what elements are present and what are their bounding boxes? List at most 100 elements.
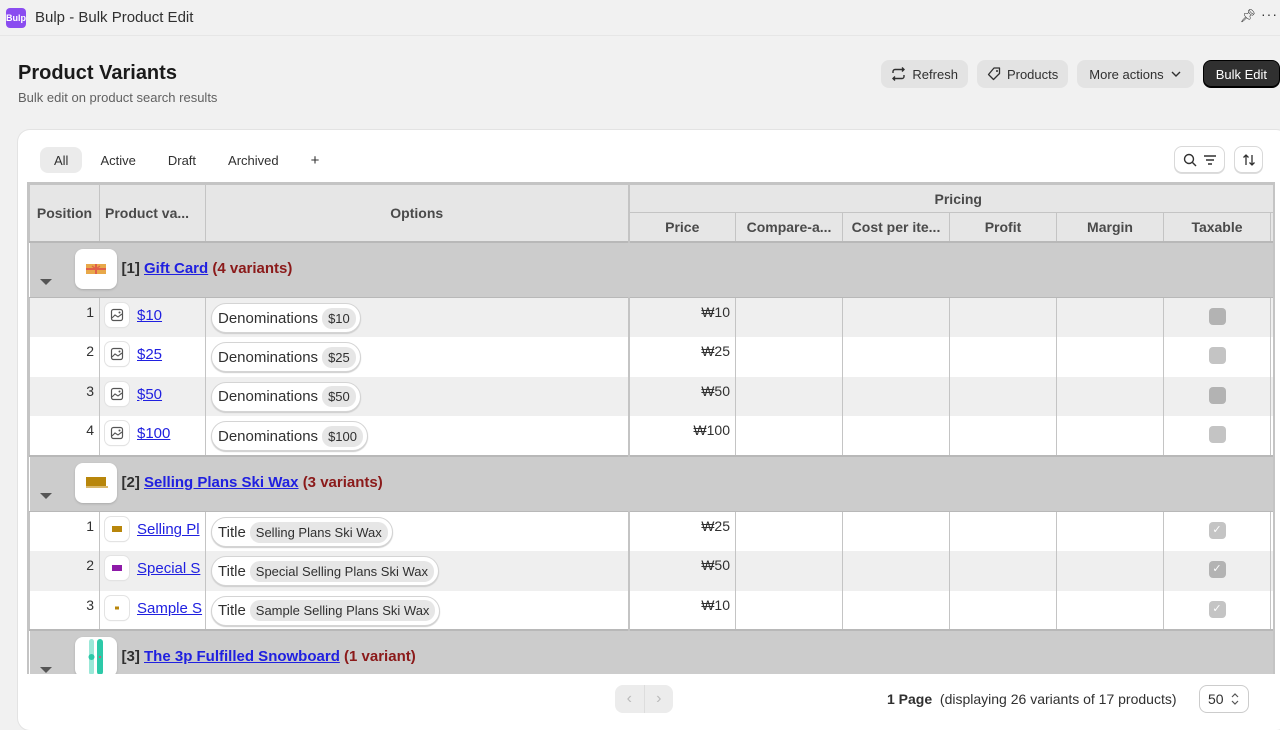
column-header-taxable[interactable]: Taxable (1163, 212, 1271, 242)
image-placeholder-icon[interactable] (105, 381, 129, 406)
variant-link[interactable]: Selling Pl (137, 521, 200, 538)
position-cell[interactable]: 4 (29, 416, 100, 456)
search-filter-button[interactable] (1174, 146, 1225, 173)
image-placeholder-icon[interactable] (105, 421, 129, 445)
column-header-product-variant[interactable]: Product va... (99, 184, 206, 242)
product-thumbnail (74, 462, 117, 503)
next-page-icon[interactable]: › (645, 685, 674, 713)
taxable-checkbox[interactable] (1208, 308, 1226, 325)
taxable-checkbox[interactable] (1208, 347, 1226, 364)
position-cell[interactable]: 1 (29, 511, 100, 551)
options-cell[interactable]: Denominations $100 (205, 416, 630, 456)
option-chip[interactable]: Denominations $100 (211, 421, 368, 451)
taxable-checkbox-checked[interactable]: ✓ (1208, 522, 1226, 539)
taxable-checkbox-checked[interactable]: ✓ (1208, 561, 1226, 578)
pin-icon[interactable]: 📌︎ (1239, 8, 1256, 24)
position-cell[interactable]: 2 (29, 337, 100, 377)
refresh-button[interactable]: Refresh (881, 60, 968, 88)
margin-cell (1056, 551, 1164, 591)
position-cell[interactable]: 1 (29, 297, 100, 337)
options-cell[interactable]: Denominations $10 (205, 297, 630, 337)
image-placeholder-icon[interactable] (105, 303, 129, 327)
option-chip[interactable]: Denominations $10 (211, 303, 361, 333)
image-placeholder-icon[interactable] (105, 342, 129, 366)
variant-thumbnail[interactable] (105, 595, 129, 620)
column-header-options[interactable]: Options (205, 184, 630, 242)
compare-at-cell[interactable] (735, 297, 843, 337)
compare-at-cell[interactable] (735, 376, 843, 416)
products-button[interactable]: Products (976, 60, 1069, 88)
column-header-cost-per-item[interactable]: Cost per ite... (842, 212, 950, 242)
tab-archived[interactable]: Archived (214, 147, 293, 173)
sort-button[interactable] (1234, 146, 1263, 173)
variant-link[interactable]: $100 (137, 425, 170, 442)
option-name: Title (218, 602, 246, 619)
price-cell[interactable]: ₩25 (628, 511, 736, 551)
column-header-profit[interactable]: Profit (949, 212, 1057, 242)
taxable-checkbox[interactable] (1208, 386, 1226, 404)
ellipsis-icon[interactable]: ··· (1261, 6, 1278, 22)
cost-cell[interactable] (842, 416, 950, 456)
compare-at-cell[interactable] (735, 416, 843, 456)
cost-cell[interactable] (842, 376, 950, 416)
price-cell[interactable]: ₩25 (628, 337, 736, 377)
more-actions-button[interactable]: More actions (1077, 60, 1194, 88)
options-cell[interactable]: Title Selling Plans Ski Wax (205, 511, 630, 551)
option-chip[interactable]: Denominations $25 (211, 342, 361, 372)
tab-active[interactable]: Active (86, 147, 149, 173)
options-cell[interactable]: Denominations $25 (205, 337, 630, 377)
cost-cell[interactable] (842, 297, 950, 337)
column-header-price[interactable]: Price (628, 212, 736, 242)
bulk-edit-button[interactable]: Bulk Edit (1202, 60, 1280, 88)
previous-page-icon[interactable]: ‹ (615, 685, 645, 713)
price-cell[interactable]: ₩50 (628, 376, 736, 416)
product-link[interactable]: Gift Card (144, 260, 208, 277)
compare-at-cell[interactable] (735, 511, 843, 551)
position-cell[interactable]: 3 (29, 590, 100, 630)
variant-link[interactable]: $50 (137, 386, 162, 403)
tab-all[interactable]: All (40, 147, 83, 173)
options-cell[interactable]: Title Special Selling Plans Ski Wax (205, 551, 630, 591)
page-size-value: 50 (1208, 691, 1224, 707)
variant-link[interactable]: $25 (137, 346, 162, 363)
price-cell[interactable]: ₩10 (628, 590, 736, 630)
column-header-position[interactable]: Position (29, 184, 100, 242)
tab-draft[interactable]: Draft (154, 147, 210, 173)
variant-link[interactable]: Sample S (137, 600, 202, 617)
options-cell[interactable]: Denominations $50 (205, 376, 630, 416)
compare-at-cell[interactable] (735, 590, 843, 630)
option-chip[interactable]: Denominations $50 (211, 381, 361, 412)
collapse-caret-icon[interactable] (39, 667, 52, 673)
product-link[interactable]: Selling Plans Ski Wax (144, 474, 299, 491)
options-cell[interactable]: Title Sample Selling Plans Ski Wax (205, 590, 630, 630)
taxable-cell (1163, 297, 1271, 337)
option-chip[interactable]: Title Sample Selling Plans Ski Wax (211, 595, 441, 626)
add-view-button[interactable]: + (297, 147, 334, 173)
cost-cell[interactable] (842, 590, 950, 630)
compare-at-cell[interactable] (735, 551, 843, 591)
price-cell[interactable]: ₩10 (628, 297, 736, 337)
option-chip[interactable]: Title Selling Plans Ski Wax (211, 517, 393, 547)
collapse-caret-icon[interactable] (39, 492, 52, 499)
cost-cell[interactable] (842, 551, 950, 591)
page-size-select[interactable]: 50 (1199, 685, 1249, 713)
variant-link[interactable]: $10 (137, 307, 162, 324)
position-cell[interactable]: 3 (29, 376, 100, 416)
taxable-checkbox[interactable] (1208, 426, 1226, 443)
column-header-compare-at[interactable]: Compare-a... (735, 212, 843, 242)
column-header-margin[interactable]: Margin (1056, 212, 1164, 242)
variant-thumbnail[interactable] (105, 556, 129, 580)
variant-link[interactable]: Special S (137, 560, 200, 577)
price-cell[interactable]: ₩100 (628, 416, 736, 456)
price-cell[interactable]: ₩50 (628, 551, 736, 591)
cost-cell[interactable] (842, 337, 950, 377)
option-chip[interactable]: Title Special Selling Plans Ski Wax (211, 556, 439, 586)
product-link[interactable]: The 3p Fulfilled Snowboard (144, 648, 340, 665)
taxable-checkbox-checked[interactable]: ✓ (1208, 600, 1226, 618)
cost-cell[interactable] (842, 511, 950, 551)
collapse-caret-icon[interactable] (39, 278, 52, 285)
option-value: Selling Plans Ski Wax (249, 521, 388, 543)
position-cell[interactable]: 2 (29, 551, 100, 591)
variant-thumbnail[interactable] (105, 517, 129, 541)
compare-at-cell[interactable] (735, 337, 843, 377)
